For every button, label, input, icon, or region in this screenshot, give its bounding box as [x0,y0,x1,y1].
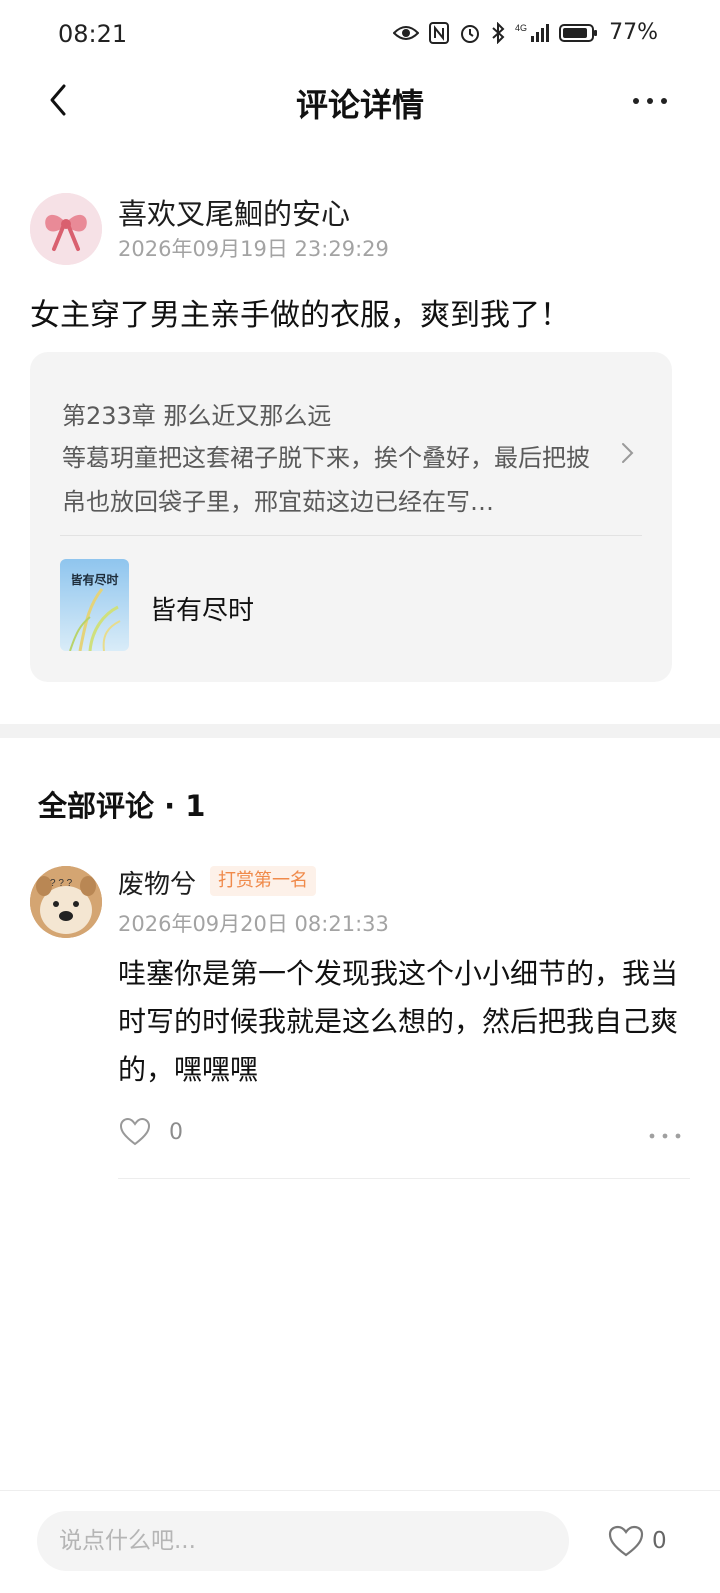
status-icons: 4G 77% [393,20,658,45]
heart-icon [608,1525,644,1557]
alarm-icon [459,22,481,44]
chapter-excerpt: 等葛玥童把这套裙子脱下来，挨个叠好，最后把披帛也放回袋子里，邢宜茹这边已经在写… [62,444,590,516]
reward-badge: 打赏第一名 [210,866,316,896]
page-title: 评论详情 [295,86,424,124]
bottom-bar-divider [0,1490,720,1491]
chapter-title: 第233章 那么近又那么远 [62,402,332,430]
signal-icon: 4G [515,22,550,44]
svg-text:4G: 4G [515,23,527,33]
post-text: 女主穿了男主亲手做的衣服，爽到我了！ [30,298,570,333]
author-name[interactable]: 喜欢叉尾鮰的安心 [118,191,350,233]
comments-header: 全部评论 · 1 [38,789,206,823]
nfc-icon [429,21,450,44]
card-divider [60,535,642,536]
section-separator [0,724,720,738]
comment-like-button[interactable] [119,1117,151,1146]
comment-divider [118,1178,690,1179]
post-like-count: 0 [652,1528,667,1554]
dog-avatar-icon: ? ? ? [30,866,102,938]
svg-text:? ? ?: ? ? ? [50,878,73,889]
post-timestamp: 2026年09月19日 23:29:29 [118,237,389,261]
book-cover-title: 皆有尽时 [70,573,119,587]
battery-icon [559,22,599,44]
heart-icon [119,1117,151,1146]
commenter-name[interactable]: 废物兮 [118,864,196,901]
comment-text: 哇塞你是第一个发现我这个小小细节的，我当时写的时候我就是这么想的，然后把我自己爽… [118,957,679,1086]
bluetooth-icon [491,21,505,44]
battery-percent: 77% [609,20,658,45]
status-time: 08:21 [58,20,128,48]
more-dots-icon [649,1133,681,1139]
book-cover[interactable]: 皆有尽时 [60,559,129,651]
comment-input[interactable] [37,1511,569,1571]
commenter-avatar[interactable]: ? ? ? [30,866,102,938]
more-options-button[interactable] [628,84,672,118]
bow-avatar-icon [30,193,102,265]
more-dots-icon [633,98,667,104]
post-like-button[interactable] [608,1525,644,1557]
comment-like-count: 0 [169,1120,183,1145]
eye-icon [393,24,420,42]
book-title[interactable]: 皆有尽时 [150,590,254,627]
author-avatar[interactable] [30,193,102,265]
comment-timestamp: 2026年09月20日 08:21:33 [118,912,389,936]
comment-more-button[interactable] [648,1126,682,1139]
chevron-right-icon [616,438,640,468]
